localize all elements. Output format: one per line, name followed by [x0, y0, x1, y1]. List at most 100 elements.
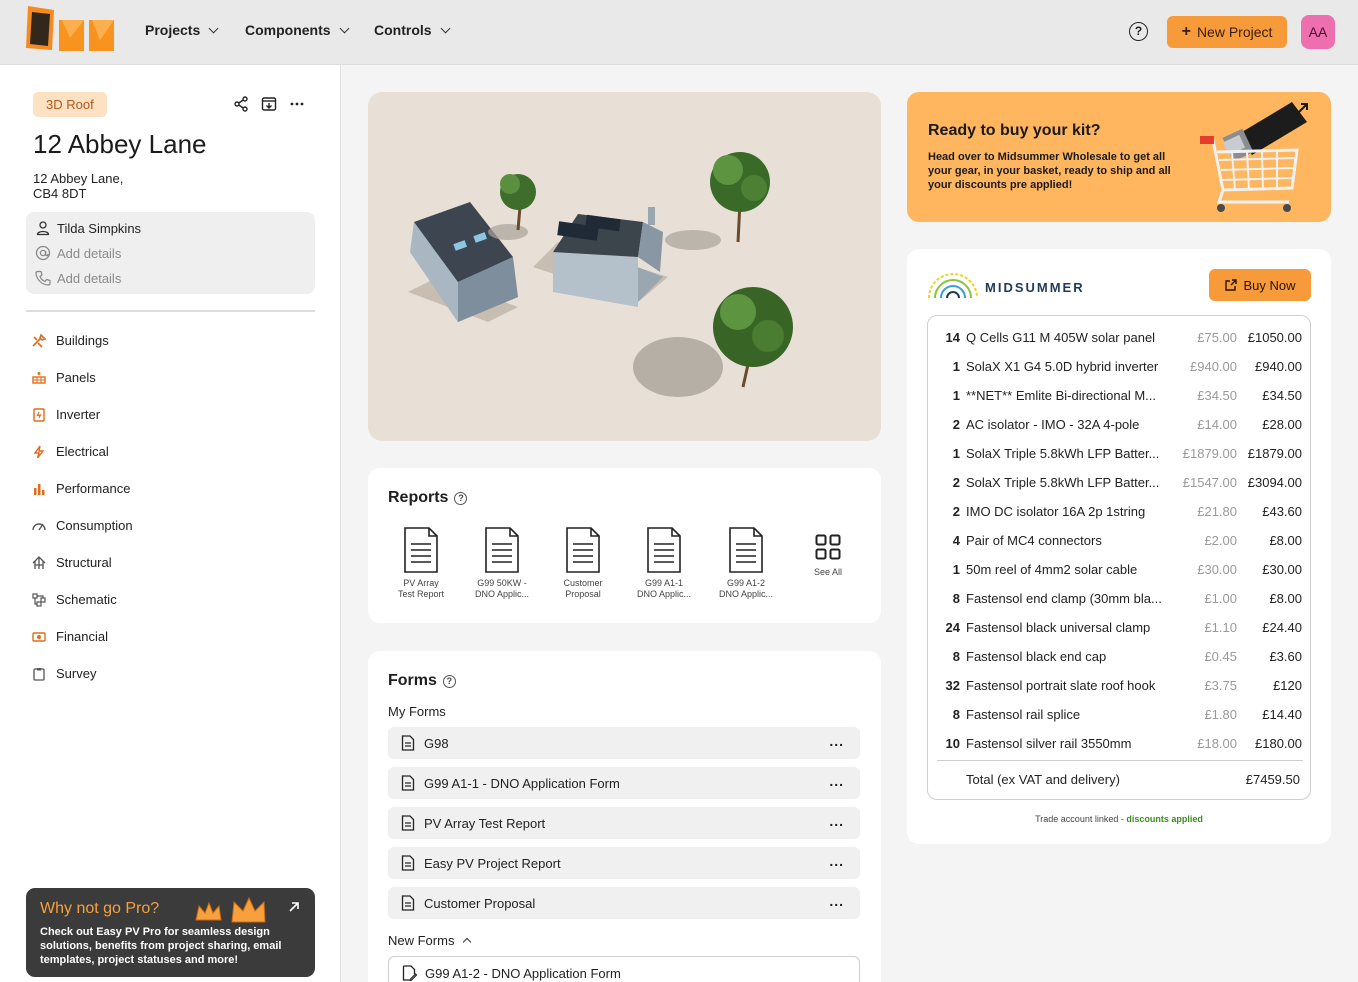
document-icon	[401, 895, 415, 911]
address-line-2: CB4 8DT	[33, 186, 87, 201]
app-logo[interactable]	[26, 6, 116, 52]
see-all-reports-button[interactable]: See All	[795, 534, 861, 578]
form-label: G99 A1-2 - DNO Application Form	[425, 965, 621, 981]
new-project-label: New Project	[1196, 24, 1273, 40]
3d-roof-viewer[interactable]	[368, 92, 881, 441]
sidebar-item-label: Financial	[56, 629, 109, 644]
basket-line: 24 Fastensol black universal clamp £1.10 £2…	[945, 620, 1302, 635]
more-options-icon[interactable]: ...	[829, 734, 844, 748]
sidebar-item-label: Survey	[56, 666, 97, 681]
more-options-icon[interactable]: ...	[829, 774, 844, 788]
my-forms-label: My Forms	[388, 704, 446, 719]
form-row[interactable]: Customer Proposal ...	[388, 887, 860, 919]
sidebar-item-label: Schematic	[56, 592, 117, 607]
reports-title-label: Reports	[388, 489, 449, 506]
basket-line: 4 Pair of MC4 connectors £2.00 £8.00	[952, 533, 1302, 548]
sidebar-item-label: Panels	[56, 370, 96, 385]
form-label: PV Array Test Report	[424, 815, 546, 831]
crown-icon	[195, 896, 266, 923]
basket-line: 1 50m reel of 4mm2 solar cable £30.00 £30.0…	[952, 562, 1302, 577]
more-options-icon[interactable]: ...	[829, 894, 844, 908]
sidebar-item-financial[interactable]: Financial	[32, 629, 108, 644]
schematic-icon	[32, 592, 46, 607]
form-label: Easy PV Project Report	[424, 855, 561, 871]
trade-note-text: Trade account linked -	[1035, 814, 1127, 824]
basket-line: 10 Fastensol silver rail 3550mm £18.00 £180…	[945, 736, 1302, 751]
project-title: 12 Abbey Lane	[33, 129, 207, 159]
report-g99-50kw[interactable]: G99 50KW - DNO Applic...	[469, 526, 535, 600]
discounts-applied-text: discounts applied	[1126, 814, 1203, 824]
lightning-icon	[33, 445, 45, 458]
archive-icon[interactable]	[261, 96, 277, 112]
basket-line: 2 SolaX Triple 5.8kWh LFP Batter... £1547.…	[952, 475, 1302, 490]
sidebar-item-performance[interactable]: Performance	[32, 481, 130, 496]
more-options-icon[interactable]	[289, 96, 305, 112]
reports-title: Reports ?	[388, 489, 468, 507]
new-form-row[interactable]: G99 A1-2 - DNO Application Form	[388, 956, 860, 982]
basket-line: 8 Fastensol end clamp (30mm bla... £1.00 £8…	[952, 591, 1302, 606]
document-icon	[401, 735, 415, 751]
shopping-cart-icon	[1200, 102, 1308, 212]
contact-name-row[interactable]: Tilda Simpkins	[35, 220, 141, 236]
avatar[interactable]: AA	[1301, 15, 1335, 49]
project-address: 12 Abbey Lane, CB4 8DT	[33, 171, 123, 201]
sidebar-item-buildings[interactable]: Buildings	[32, 333, 109, 348]
form-row[interactable]: Easy PV Project Report ...	[388, 847, 860, 879]
midsummer-brand: MIDSUMMER	[985, 279, 1085, 295]
report-pv-array-test[interactable]: PV Array Test Report	[388, 526, 454, 600]
sidebar-item-panels[interactable]: Panels	[32, 370, 96, 385]
forms-title: Forms ?	[388, 672, 456, 690]
help-icon[interactable]: ?	[454, 491, 468, 505]
form-label: Customer Proposal	[424, 895, 536, 911]
document-icon	[566, 527, 600, 573]
go-pro-title: Why not go Pro?	[40, 900, 160, 917]
sidebar-item-label: Structural	[56, 555, 112, 570]
form-row[interactable]: G99 A1-1 - DNO Application Form ...	[388, 767, 860, 799]
sidebar-item-electrical[interactable]: Electrical	[32, 444, 109, 459]
new-forms-toggle[interactable]: New Forms	[388, 933, 472, 948]
basket-line: 8 Fastensol black end cap £0.45 £3.60	[952, 649, 1302, 664]
report-g99-a1-1[interactable]: G99 A1-1 DNO Applic...	[631, 526, 697, 600]
nav-controls[interactable]: Controls	[374, 22, 451, 38]
more-options-icon[interactable]: ...	[829, 814, 844, 828]
sidebar-item-label: Performance	[56, 481, 131, 496]
trade-account-note: Trade account linked - discounts applied	[907, 814, 1331, 824]
chevron-down-icon	[339, 23, 350, 33]
buy-kit-card[interactable]: Ready to buy your kit? Head over to Mids…	[907, 92, 1331, 222]
help-icon[interactable]: ?	[1129, 22, 1148, 41]
external-arrow-icon	[1296, 103, 1308, 115]
share-icon[interactable]	[233, 96, 249, 112]
form-row[interactable]: G98 ...	[388, 727, 860, 759]
report-customer-proposal[interactable]: Customer Proposal	[550, 526, 616, 600]
sidebar-item-schematic[interactable]: Schematic	[32, 592, 117, 607]
buy-kit-text: Head over to Midsummer Wholesale to get …	[928, 151, 1171, 191]
inverter-icon	[33, 407, 45, 422]
nav-components[interactable]: Components	[245, 22, 350, 38]
sidebar-item-inverter[interactable]: Inverter	[32, 407, 100, 422]
buy-now-button[interactable]: Buy Now	[1209, 269, 1311, 301]
sidebar-item-survey[interactable]: Survey	[32, 666, 96, 681]
contact-email-row[interactable]: Add details	[35, 245, 121, 261]
sidebar-item-label: Buildings	[56, 333, 109, 348]
buy-kit-title: Ready to buy your kit?	[928, 122, 1101, 139]
forms-title-label: Forms	[388, 672, 437, 689]
form-row[interactable]: PV Array Test Report ...	[388, 807, 860, 839]
contact-phone-row[interactable]: Add details	[35, 270, 121, 286]
sidebar-item-consumption[interactable]: Consumption	[32, 518, 133, 533]
report-label: PV Array Test Report	[397, 578, 445, 599]
more-options-icon[interactable]: ...	[829, 854, 844, 868]
nav-projects[interactable]: Projects	[145, 22, 219, 38]
new-project-button[interactable]: + New Project	[1167, 16, 1287, 48]
nav-controls-label: Controls	[374, 22, 432, 38]
document-icon	[485, 527, 519, 573]
sidebar-item-label: Electrical	[56, 444, 109, 459]
sidebar-item-structural[interactable]: Structural	[32, 555, 112, 570]
midsummer-logo: MIDSUMMER	[927, 268, 1085, 300]
structure-icon	[32, 555, 46, 569]
help-icon[interactable]: ?	[442, 674, 456, 688]
basket-line: 14 Q Cells G11 M 405W solar panel £75.00 £1…	[945, 330, 1302, 345]
buy-now-label: Buy Now	[1243, 277, 1296, 293]
go-pro-card[interactable]: Why not go Pro? Check out Easy PV Pro fo…	[26, 888, 315, 977]
report-label: G99 A1-1 DNO Applic...	[636, 578, 692, 599]
report-g99-a1-2[interactable]: G99 A1-2 DNO Applic...	[713, 526, 779, 600]
